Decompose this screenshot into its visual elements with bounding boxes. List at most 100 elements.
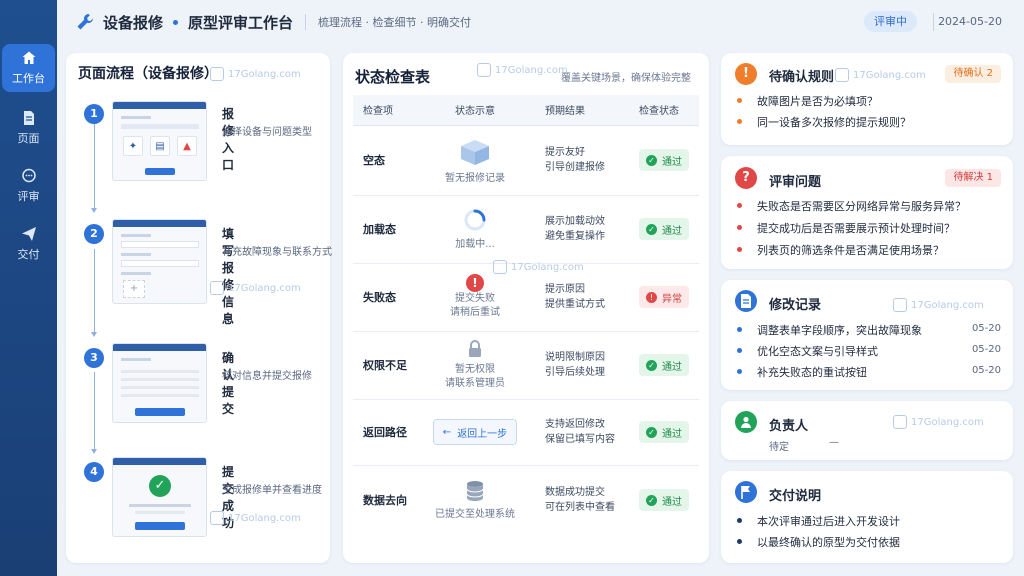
app-title: 设备报修 [103, 13, 164, 32]
state-demo: 加载中... [415, 195, 535, 264]
state-check-card: 状态检查表 覆盖关键场景，确保体验完整 17Golang.com 检查项 状态示… [343, 53, 709, 563]
state-demo: 已提交至处理系统 [415, 465, 535, 535]
list-item: 提交成功后是否需要展示预计处理时间？ [757, 222, 955, 235]
step-thumbnail: ✓ [112, 457, 207, 537]
sidebar-item-delivery[interactable]: 交付 [0, 226, 57, 266]
delivery-card: 交付说明 本次评审通过后进入开发设计 以最终确认的原型为交付依据 [721, 471, 1013, 563]
check-icon: ✓ [646, 223, 657, 235]
sidebar-item-pages[interactable]: 页面 [0, 110, 57, 150]
check-icon: ✓ [646, 359, 657, 371]
result-line: 提供重试方式 [545, 299, 605, 310]
step-thumbnail: ✦ ▤ ▲ [112, 101, 207, 181]
check-icon: ✓ [646, 494, 657, 506]
bullet [737, 369, 742, 374]
list-item: 列表页的筛选条件是否满足使用场景？ [757, 244, 944, 257]
step-thumbnail: + [112, 219, 207, 304]
divider [933, 13, 934, 31]
column-header: 预期结果 [535, 95, 629, 126]
expected-result: 展示加载动效 避免重复操作 [535, 195, 629, 264]
sidebar: 工作台 页面 评审 交付 [0, 0, 57, 576]
change-log-card: 修改记录 17Golang.com 调整表单字段顺序，突出故障现象 05-20 … [721, 280, 1013, 390]
column-header: 状态示意 [415, 95, 535, 126]
divider [305, 14, 307, 30]
back-button-label: 返回上一步 [457, 428, 508, 440]
result-line: 引导创建报修 [545, 162, 605, 173]
state-demo: 暂无报修记录 [415, 125, 535, 196]
table-row[interactable]: 数据去向 已提交至处理系统 数据成功提交 可在列表中查看 ✓ 通过 [353, 465, 699, 535]
back-button[interactable]: ← 返回上一步 [432, 419, 518, 445]
list-item: 失败态是否需要区分网络异常与服务异常？ [757, 200, 966, 213]
check-status-cell: ✓ 通过 [629, 125, 699, 196]
delivery-title: 交付说明 [769, 489, 822, 504]
owner-status: 待定 [769, 442, 789, 453]
send-icon [21, 227, 36, 241]
check-status-cell: ✓ 通过 [629, 399, 699, 466]
change-date: 05-20 [971, 323, 1001, 334]
state-demo-text: 请联系管理员 [445, 377, 505, 389]
flow-connector [94, 249, 95, 332]
sidebar-item-label: 评审 [17, 190, 40, 203]
alert-icon: ! [735, 63, 757, 85]
watermark: 17Golang.com [835, 68, 926, 82]
comment-icon [21, 168, 36, 183]
check-status-cell: ✓ 通过 [629, 195, 699, 264]
table-row[interactable]: 返回路径 ← 返回上一步 支持返回修改 保留已填写内容 ✓ 通过 [353, 399, 699, 466]
status-badge: ✓ 通过 [639, 354, 689, 376]
watermark-logo-icon [835, 68, 849, 82]
bullet [737, 348, 742, 353]
table-row[interactable]: 权限不足 暂无权限 请联系管理员 说明限制原因 引导后续处理 ✓ 通过 [353, 331, 699, 400]
arrow-down-icon [91, 332, 97, 337]
empty-box-icon [461, 140, 489, 165]
result-line: 说明限制原因 [545, 352, 605, 363]
state-demo-text: 请稍后重试 [450, 307, 500, 318]
watermark: 17Golang.com [493, 260, 584, 274]
status-badge: 评审中 [864, 11, 917, 32]
sidebar-item-workbench[interactable]: 工作台 [2, 44, 55, 92]
list-item: 同一设备多次报修的提示规则？ [757, 116, 911, 129]
loading-spinner-icon [464, 209, 486, 231]
state-demo: ← 返回上一步 [415, 399, 535, 466]
bullet [737, 247, 742, 252]
issues-badge: 待解决 1 [945, 169, 1001, 187]
bullet [737, 203, 742, 208]
column-header: 检查状态 [629, 95, 699, 126]
watermark: 17Golang.com [893, 298, 984, 312]
step-number: 1 [84, 104, 104, 124]
flow-title: 页面流程（设备报修） [78, 66, 218, 82]
home-icon [22, 51, 35, 64]
table-row[interactable]: 空态 暂无报修记录 提示友好 引导创建报修 ✓ 通过 [353, 125, 699, 196]
watermark-logo-icon [210, 67, 224, 81]
flow-connector [94, 372, 95, 450]
bullet [737, 98, 742, 103]
step-title: 填写报修信息 [222, 227, 235, 326]
list-item: 以最终确认的原型为交付依据 [757, 536, 900, 549]
result-line: 提示原因 [545, 284, 585, 295]
check-name: 权限不足 [353, 331, 415, 400]
table-header-row: 检查项 状态示意 预期结果 检查状态 [353, 95, 699, 126]
date-label: 2024-05-20 [938, 15, 1002, 28]
check-status-cell: ✓ 通过 [629, 465, 699, 535]
list-item: 故障图片是否为必填项？ [757, 95, 878, 108]
watermark: 17Golang.com [893, 415, 984, 429]
check-name: 空态 [353, 125, 415, 196]
table-row[interactable]: 加载态 加载中... 展示加载动效 避免重复操作 ✓ 通过 [353, 195, 699, 264]
step-desc: 核对信息并提交报修 [222, 371, 312, 382]
step-desc: 补充故障现象与联系方式 [222, 247, 332, 258]
watermark-logo-icon [210, 511, 224, 525]
sidebar-item-review[interactable]: 评审 [0, 168, 57, 208]
watermark: 17Golang.com [210, 67, 301, 81]
result-line: 保留已填写内容 [545, 434, 615, 445]
result-line: 支持返回修改 [545, 419, 605, 430]
result-line: 引导后续处理 [545, 367, 605, 378]
title-dot [173, 19, 179, 25]
state-demo: 暂无权限 请联系管理员 [415, 331, 535, 400]
list-item: 补充失败态的重试按钮 [757, 366, 867, 379]
question-icon: ? [735, 167, 757, 189]
lock-icon [469, 339, 481, 357]
wrench-icon [77, 14, 93, 30]
pending-rules-card: ! 待确认规则 待确认 2 17Golang.com 故障图片是否为必填项？ 同… [721, 53, 1013, 145]
sidebar-item-label: 页面 [17, 132, 40, 145]
step-title: 报修入口 [222, 107, 235, 172]
document-icon [735, 290, 757, 312]
arrow-left-icon: ← [442, 426, 452, 438]
